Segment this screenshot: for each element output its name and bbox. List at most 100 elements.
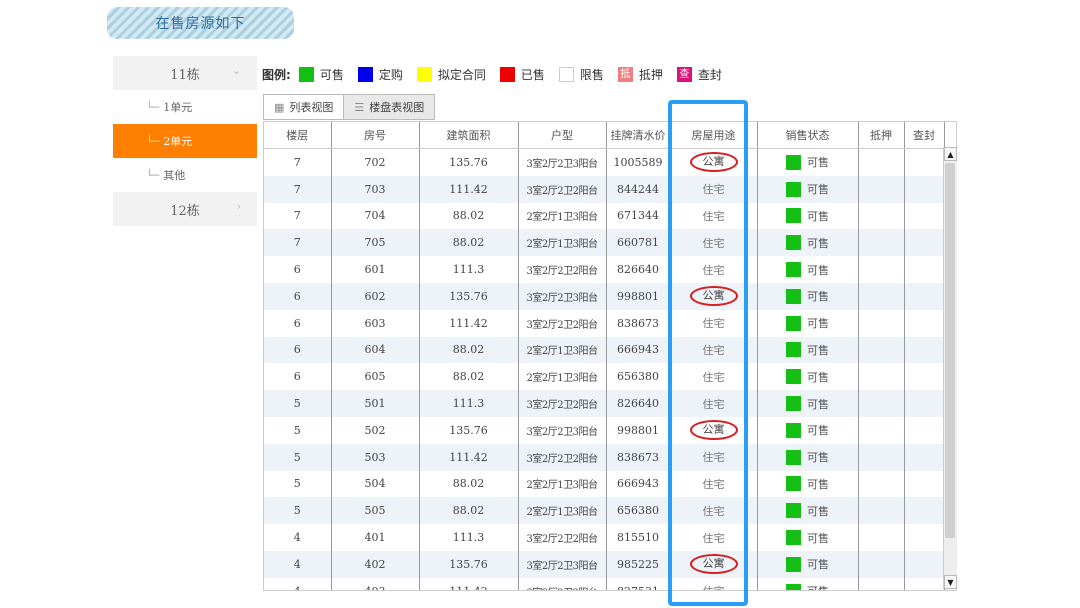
legend-item: 已售 <box>499 66 545 83</box>
room-cell: 704 <box>331 202 420 230</box>
room-cell: 403 <box>331 577 420 590</box>
legend-item: 拟定合同 <box>416 66 486 83</box>
unit-label: 1单元 <box>163 101 193 114</box>
status-cell: 可售 <box>757 336 859 364</box>
table-row[interactable]: 6 603 111.42 3室2厅2卫2阳台 838673 住宅 可售 <box>264 309 945 337</box>
table-row[interactable]: 5 504 88.02 2室2厅1卫3阳台 666943 住宅 可售 <box>264 470 945 498</box>
layout-cell: 2室2厅1卫3阳台 <box>518 497 607 525</box>
price-cell: 998801 <box>606 416 671 444</box>
status-cell: 可售 <box>757 175 859 203</box>
floor-cell: 5 <box>264 443 332 471</box>
usage-cell: 住宅 <box>670 470 758 498</box>
scroll-up-icon[interactable]: ▲ <box>944 147 957 161</box>
room-cell: 703 <box>331 175 420 203</box>
legend-item: 可售 <box>298 66 344 83</box>
status-swatch <box>786 583 801 590</box>
floor-cell: 7 <box>264 175 332 203</box>
price-cell: 998801 <box>606 282 671 310</box>
mortgage-cell <box>858 175 905 203</box>
sidebar-unit-1[interactable]: └─ 1单元 <box>113 90 257 124</box>
usage-cell: 住宅 <box>670 524 758 551</box>
status-label: 可售 <box>807 451 829 465</box>
status-swatch <box>786 530 801 546</box>
legend-swatch <box>558 66 574 82</box>
table-row[interactable]: 7 704 88.02 2室2厅1卫3阳台 671344 住宅 可售 <box>264 202 945 230</box>
column-header: 楼层 <box>264 122 332 149</box>
sidebar-building-11[interactable]: 11栋 ⌄ <box>113 56 257 90</box>
column-header: 销售状态 <box>757 122 859 149</box>
mortgage-cell <box>858 148 905 176</box>
room-cell: 504 <box>331 470 420 498</box>
table-row[interactable]: 5 501 111.3 3室2厅2卫2阳台 826640 住宅 可售 <box>264 390 945 417</box>
table-row[interactable]: 5 503 111.42 3室2厅2卫2阳台 838673 住宅 可售 <box>264 443 945 471</box>
scroll-thumb[interactable] <box>945 163 955 538</box>
status-label: 可售 <box>807 477 829 491</box>
floor-cell: 6 <box>264 256 332 283</box>
area-cell: 88.02 <box>419 229 519 257</box>
mortgage-cell <box>858 550 905 578</box>
table-row[interactable]: 7 703 111.42 3室2厅2卫2阳台 844244 住宅 可售 <box>264 175 945 203</box>
legend-swatch: 抵 <box>617 66 633 82</box>
mortgage-cell <box>858 336 905 364</box>
seizure-cell <box>904 497 945 525</box>
seizure-cell <box>904 148 945 176</box>
table-row[interactable]: 6 605 88.02 2室2厅1卫3阳台 656380 住宅 可售 <box>264 363 945 391</box>
sidebar-building-12[interactable]: 12栋 › <box>113 192 257 226</box>
room-cell: 601 <box>331 256 420 283</box>
status-swatch <box>786 208 801 224</box>
status-swatch <box>786 422 801 438</box>
table-row[interactable]: 5 505 88.02 2室2厅1卫3阳台 656380 住宅 可售 <box>264 497 945 525</box>
usage-cell: 住宅 <box>670 256 758 283</box>
tab-list-view[interactable]: ▦ 列表视图 <box>263 94 345 120</box>
status-swatch <box>786 476 801 492</box>
floor-cell: 4 <box>264 577 332 590</box>
status-swatch <box>786 369 801 385</box>
sidebar-unit-other[interactable]: └─ 其他 <box>113 158 257 192</box>
usage-cell: 公寓 <box>670 416 758 444</box>
usage-cell: 公寓 <box>670 282 758 310</box>
usage-cell: 住宅 <box>670 577 758 590</box>
seizure-cell <box>904 282 945 310</box>
table-row[interactable]: 7 702 135.76 3室2厅2卫3阳台 1005589 公寓 可售 <box>264 148 945 176</box>
status-swatch <box>786 556 801 572</box>
seizure-cell <box>904 202 945 230</box>
usage-cell: 住宅 <box>670 497 758 525</box>
legend-label: 已售 <box>520 67 545 82</box>
room-cell: 501 <box>331 390 420 417</box>
table-scrollbar[interactable]: ▲ ▼ <box>943 147 957 589</box>
status-swatch <box>786 342 801 358</box>
mortgage-cell <box>858 416 905 444</box>
seizure-cell <box>904 416 945 444</box>
tab-building-view[interactable]: ☰ 楼盘表视图 <box>343 94 436 120</box>
status-label: 可售 <box>807 343 829 357</box>
area-cell: 135.76 <box>419 550 519 578</box>
legend-swatch: 查 <box>676 66 692 82</box>
legend-swatch <box>298 66 314 82</box>
area-cell: 111.3 <box>419 524 519 551</box>
table-row[interactable]: 4 402 135.76 3室2厅2卫3阳台 985225 公寓 可售 <box>264 550 945 578</box>
status-cell: 可售 <box>757 443 859 471</box>
table-row[interactable]: 7 705 88.02 2室2厅1卫3阳台 660781 住宅 可售 <box>264 229 945 257</box>
table-row[interactable]: 4403111.423室2厅2卫2阳台827531住宅 可售 <box>264 577 945 590</box>
table-row[interactable]: 6 602 135.76 3室2厅2卫3阳台 998801 公寓 可售 <box>264 282 945 310</box>
scroll-down-icon[interactable]: ▼ <box>944 575 957 589</box>
table-row[interactable]: 6 604 88.02 2室2厅1卫3阳台 666943 住宅 可售 <box>264 336 945 364</box>
area-cell: 88.02 <box>419 336 519 364</box>
area-cell: 88.02 <box>419 202 519 230</box>
layout-cell: 3室2厅2卫3阳台 <box>518 416 607 444</box>
table-row[interactable]: 5 502 135.76 3室2厅2卫3阳台 998801 公寓 可售 <box>264 416 945 444</box>
seizure-cell <box>904 229 945 257</box>
floor-cell: 6 <box>264 336 332 364</box>
status-cell: 可售 <box>757 416 859 444</box>
mortgage-cell <box>858 309 905 337</box>
table-row[interactable]: 4 401 111.3 3室2厅2卫2阳台 815510 住宅 可售 <box>264 524 945 551</box>
status-swatch <box>786 315 801 331</box>
status-cell: 可售 <box>757 282 859 310</box>
mortgage-cell <box>858 443 905 471</box>
area-cell: 135.76 <box>419 282 519 310</box>
table-row[interactable]: 6 601 111.3 3室2厅2卫2阳台 826640 住宅 可售 <box>264 256 945 283</box>
status-label: 可售 <box>807 397 829 411</box>
legend-swatch <box>499 66 515 82</box>
highlight-circle: 公寓 <box>689 286 738 307</box>
sidebar-unit-2[interactable]: └─ 2单元 <box>113 124 257 158</box>
